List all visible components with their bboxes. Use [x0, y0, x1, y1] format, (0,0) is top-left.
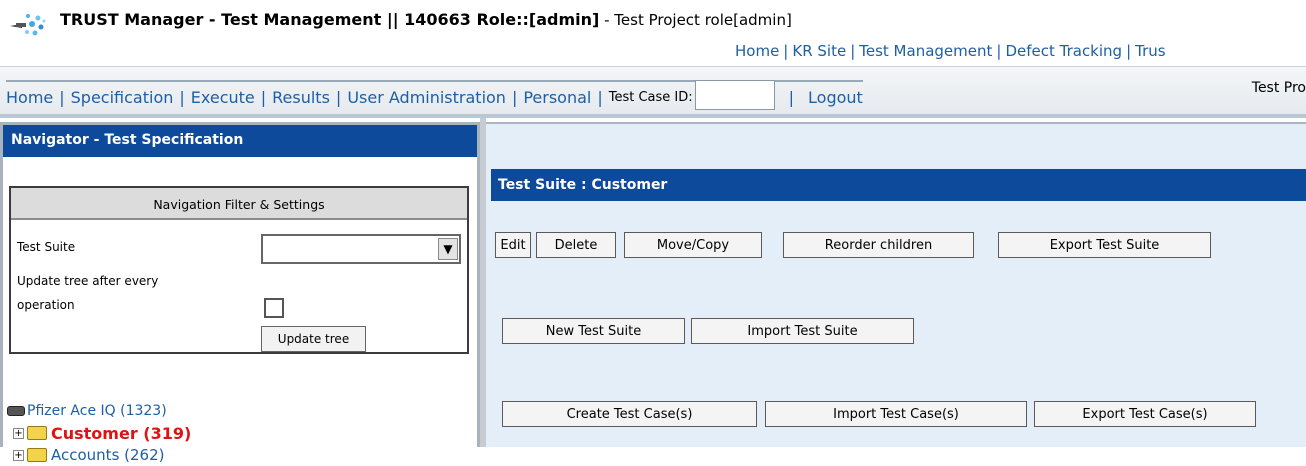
- menu-results[interactable]: Results: [272, 88, 330, 107]
- app-title: TRUST Manager - Test Management || 14066…: [60, 10, 792, 29]
- separator: |: [1126, 42, 1132, 60]
- suite-title: Test Suite : Customer: [491, 169, 1306, 201]
- filter-title: Navigation Filter & Settings: [11, 188, 467, 220]
- menu-personal[interactable]: Personal: [523, 88, 591, 107]
- site-link-trust[interactable]: Trus: [1135, 42, 1165, 60]
- main-menubar: Home | Specification | Execute | Results | U…: [0, 66, 1306, 118]
- import-test-cases-button[interactable]: Import Test Case(s): [765, 401, 1027, 427]
- separator: |: [783, 42, 789, 60]
- tree-item-label[interactable]: Accounts (262): [51, 446, 164, 464]
- separator: |: [597, 87, 603, 107]
- separator: |: [179, 87, 185, 107]
- separator: |: [788, 87, 795, 107]
- expand-plus-icon[interactable]: +: [13, 449, 24, 461]
- reorder-children-button[interactable]: Reorder children: [783, 232, 974, 258]
- move-copy-button[interactable]: Move/Copy: [624, 232, 762, 258]
- separator: |: [335, 87, 342, 107]
- update-tree-label-line2: operation: [17, 298, 75, 312]
- navigator-title: Navigator - Test Specification: [3, 125, 477, 157]
- app-title-main: TRUST Manager - Test Management || 14066…: [60, 10, 600, 29]
- edit-button[interactable]: Edit: [495, 232, 531, 258]
- navigator-panel: Navigator - Test Specification Navigatio…: [0, 122, 480, 464]
- update-tree-checkbox[interactable]: [264, 298, 284, 318]
- separator: |: [511, 87, 518, 107]
- navigation-filter-box: Navigation Filter & Settings Test Suite …: [9, 186, 469, 354]
- tree-root[interactable]: Pfizer Ace IQ (1323): [7, 400, 191, 422]
- create-test-cases-button[interactable]: Create Test Case(s): [502, 401, 757, 427]
- site-nav: Home | KR Site | Test Management | Defect Trac…: [735, 42, 1166, 60]
- menu-specification[interactable]: Specification: [71, 88, 174, 107]
- menu-user-administration[interactable]: User Administration: [347, 88, 506, 107]
- menubar-links: Home | Specification | Execute | Results | U…: [6, 80, 863, 110]
- delete-button[interactable]: Delete: [536, 232, 616, 258]
- expand-plus-icon[interactable]: +: [13, 427, 24, 439]
- site-link-defect-tracking[interactable]: Defect Tracking: [1005, 42, 1122, 60]
- site-link-test-management[interactable]: Test Management: [859, 42, 992, 60]
- folder-icon: [27, 426, 47, 440]
- logout-link[interactable]: Logout: [808, 88, 863, 107]
- new-test-suite-button[interactable]: New Test Suite: [502, 318, 685, 344]
- test-project-label: Test Pro: [1251, 80, 1306, 96]
- separator: |: [850, 42, 856, 60]
- test-spec-tree: Pfizer Ace IQ (1323) + Customer (319) + …: [7, 400, 191, 466]
- update-tree-label-line1: Update tree after every: [17, 274, 159, 288]
- separator: |: [59, 87, 65, 107]
- site-link-kr-site[interactable]: KR Site: [792, 42, 846, 60]
- test-case-id-input[interactable]: [694, 80, 775, 110]
- site-link-home[interactable]: Home: [735, 42, 779, 60]
- test-case-id-label: Test Case ID:: [608, 89, 693, 105]
- update-tree-button[interactable]: Update tree: [261, 326, 366, 352]
- separator: |: [260, 87, 267, 107]
- menu-home[interactable]: Home: [6, 88, 53, 107]
- menu-execute[interactable]: Execute: [191, 88, 255, 107]
- app-title-role: - Test Project role[admin]: [599, 11, 792, 29]
- separator: |: [996, 42, 1002, 60]
- folder-icon: [27, 448, 47, 462]
- export-test-cases-button[interactable]: Export Test Case(s): [1034, 401, 1256, 427]
- tree-item-accounts[interactable]: + Accounts (262): [7, 444, 191, 466]
- trust-logo-icon: [10, 14, 46, 36]
- import-test-suite-button[interactable]: Import Test Suite: [691, 318, 914, 344]
- tree-root-label[interactable]: Pfizer Ace IQ (1323): [27, 403, 167, 419]
- test-suite-select[interactable]: ▼: [261, 234, 461, 264]
- drive-icon: [7, 406, 25, 416]
- test-suite-panel: Test Suite : Customer Edit Delete Move/C…: [486, 122, 1306, 447]
- test-suite-label: Test Suite: [17, 240, 76, 254]
- tree-item-customer[interactable]: + Customer (319): [7, 422, 191, 444]
- dropdown-arrow-icon[interactable]: ▼: [438, 238, 458, 260]
- export-test-suite-button[interactable]: Export Test Suite: [998, 232, 1211, 258]
- tree-item-label[interactable]: Customer (319): [51, 424, 191, 443]
